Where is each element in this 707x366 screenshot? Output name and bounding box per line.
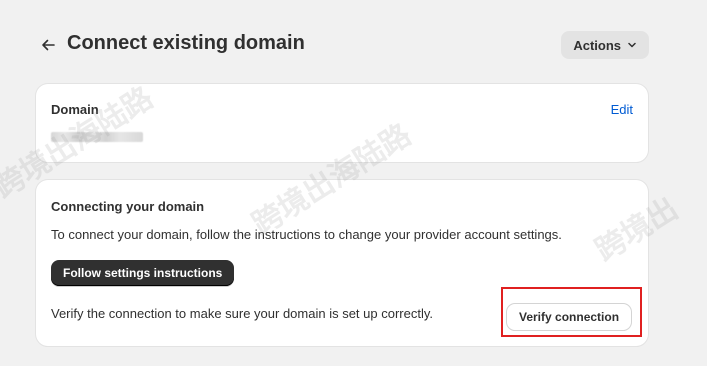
domain-card: Domain Edit	[36, 84, 648, 162]
verify-description: Verify the connection to make sure your …	[51, 306, 433, 321]
actions-button[interactable]: Actions	[561, 31, 649, 59]
verify-connection-button[interactable]: Verify connection	[507, 304, 632, 330]
page-header: Connect existing domain Actions	[38, 31, 649, 61]
connect-description: To connect your domain, follow the instr…	[51, 227, 562, 242]
follow-settings-instructions-button[interactable]: Follow settings instructions	[51, 260, 235, 286]
connecting-heading: Connecting your domain	[51, 199, 205, 214]
arrow-left-icon	[42, 39, 55, 51]
chevron-down-icon	[628, 42, 636, 48]
connecting-domain-card: Connecting your domain To connect your d…	[36, 180, 648, 346]
blurred-domain-name	[51, 132, 143, 142]
actions-label: Actions	[573, 37, 621, 53]
edit-link[interactable]: Edit	[611, 102, 633, 117]
back-button[interactable]	[38, 35, 58, 55]
page-title: Connect existing domain	[67, 32, 305, 54]
domain-heading: Domain	[51, 102, 99, 117]
